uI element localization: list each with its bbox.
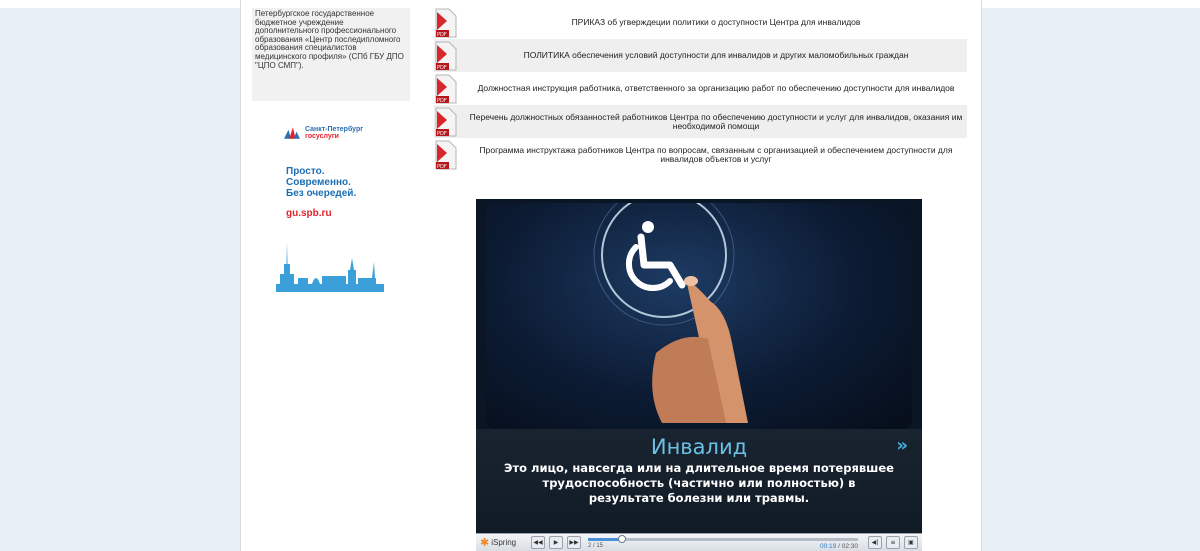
banner-slogan: Просто. Современно. Без очередей. (286, 166, 356, 199)
slide-counter: 2 / 15 (588, 543, 604, 549)
document-row[interactable]: PDF Перечень должностных обязанностей ра… (434, 105, 967, 138)
timecode: 00:19 / 02:30 (820, 543, 858, 550)
gosuslugi-logo-icon (284, 127, 300, 139)
ispring-brand: iSpring (491, 538, 517, 547)
svg-text:PDF: PDF (437, 98, 447, 104)
slogan-line: Современно. (286, 177, 351, 188)
next-slide-icon[interactable]: » (896, 435, 908, 456)
banner-url[interactable]: gu.spb.ru (286, 208, 332, 219)
document-row[interactable]: PDF ПРИКАЗ об угверждеции политики о дос… (434, 6, 967, 39)
pdf-icon: PDF (435, 41, 457, 71)
pdf-icon: PDF (435, 140, 457, 170)
player-controls: ✱ iSpring ◀◀ ▶ ▶▶ 2 / 15 00:19 / 02:30 ◀… (476, 533, 922, 551)
gosuslugi-banner[interactable]: Санкт-Петербург госуслуги Просто. Соврем… (276, 112, 384, 292)
logo-line1: Санкт-Петербург (305, 126, 364, 133)
outline-button[interactable]: ≡ (886, 536, 900, 549)
slide-caption: Инвалид » Это лицо, навсегда или на длит… (476, 429, 922, 533)
ispring-logo: ✱ iSpring (480, 536, 516, 549)
pdf-icon: PDF (435, 8, 457, 38)
background-left (12, 8, 240, 551)
document-row[interactable]: PDF ПОЛИТИКА обеспечения условий доступн… (434, 39, 967, 72)
current-time: 00:19 (820, 543, 837, 550)
play-button[interactable]: ▶ (549, 536, 563, 549)
document-link[interactable]: Программа инструктажа работников Центра … (466, 145, 966, 164)
slide-text: Это лицо, навсегда или на длительное вре… (504, 461, 894, 505)
svg-text:PDF: PDF (437, 131, 447, 137)
slogan-line: Без очередей. (286, 188, 357, 199)
document-row[interactable]: PDF Должностная инструкция работника, от… (434, 72, 967, 105)
slide-image (486, 203, 912, 429)
logo-line2: госуслуги (305, 133, 339, 140)
ispring-star-icon: ✱ (480, 536, 490, 549)
document-link[interactable]: ПРИКАЗ об угверждеции политики о доступн… (466, 18, 966, 27)
document-link[interactable]: ПОЛИТИКА обеспечения условий доступности… (466, 51, 966, 60)
next-slide-button[interactable]: ▶▶ (567, 536, 581, 549)
pdf-icon: PDF (435, 74, 457, 104)
volume-button[interactable]: ◀| (868, 536, 882, 549)
slogan-line: Просто. (286, 166, 325, 177)
fullscreen-button[interactable]: ▣ (904, 536, 918, 549)
organization-info: Петербургское государственное бюджетное … (252, 8, 410, 101)
documents-list: PDF ПРИКАЗ об угверждеции политики о дос… (434, 6, 967, 171)
total-time: 02:30 (841, 543, 858, 550)
document-link[interactable]: Перечень должностных обязанностей работн… (466, 112, 966, 131)
svg-text:PDF: PDF (437, 164, 447, 170)
progress-knob[interactable] (618, 535, 627, 543)
wheelchair-hand-illustration (593, 203, 748, 423)
pdf-icon: PDF (435, 107, 457, 137)
progress-bar[interactable] (588, 535, 858, 543)
document-row[interactable]: PDF Программа инструктажа работников Цен… (434, 138, 967, 171)
previous-slide-button[interactable]: ◀◀ (531, 536, 545, 549)
svg-text:PDF: PDF (437, 32, 447, 38)
gosuslugi-logo: Санкт-Петербург госуслуги (284, 126, 363, 140)
page-content: Петербургское государственное бюджетное … (240, 0, 982, 551)
slide-title: Инвалид (650, 435, 748, 459)
ispring-presentation-player[interactable]: Инвалид » Это лицо, навсегда или на длит… (476, 199, 922, 551)
progress-fill (588, 538, 623, 541)
svg-text:PDF: PDF (437, 65, 447, 71)
city-skyline-image (276, 242, 384, 292)
document-link[interactable]: Должностная инструкция работника, ответс… (466, 84, 966, 93)
